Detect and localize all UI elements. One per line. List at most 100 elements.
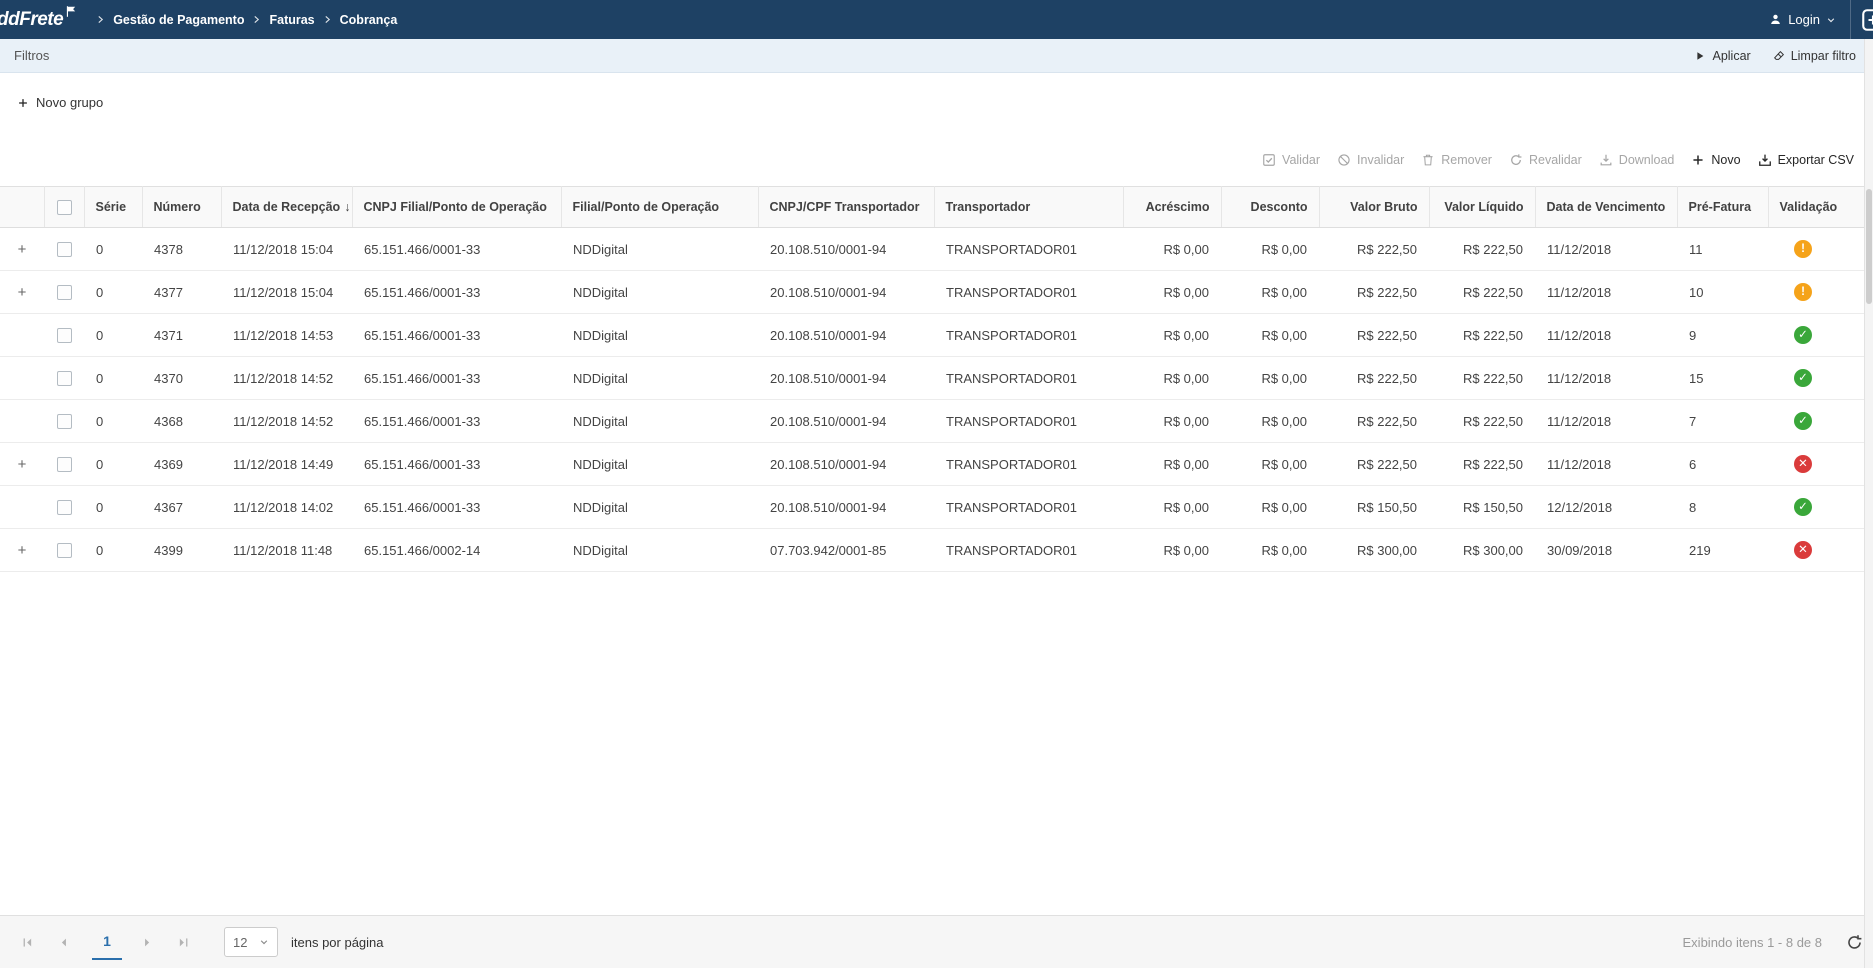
- apps-menu-icon[interactable]: [1861, 8, 1873, 32]
- cell-desconto: R$ 0,00: [1221, 357, 1319, 400]
- expand-row-icon[interactable]: +: [18, 285, 27, 300]
- row-checkbox[interactable]: [57, 328, 72, 343]
- pager-last-button[interactable]: [170, 927, 196, 957]
- expand-row-icon[interactable]: +: [18, 457, 27, 472]
- toolbar-validar-button[interactable]: Validar: [1262, 153, 1320, 167]
- toolbar-novo-button[interactable]: Novo: [1691, 153, 1740, 167]
- scrollbar-thumb[interactable]: [1866, 189, 1872, 304]
- column-header-numero[interactable]: Número: [142, 187, 221, 228]
- cell-acrescimo: R$ 0,00: [1123, 486, 1221, 529]
- cell-cnpj_filial: 65.151.466/0001-33: [352, 443, 561, 486]
- row-checkbox[interactable]: [57, 500, 72, 515]
- eraser-icon: [1773, 50, 1785, 62]
- table-row[interactable]: 0437111/12/2018 14:5365.151.466/0001-33N…: [0, 314, 1864, 357]
- breadcrumb-separator-icon: [322, 14, 333, 25]
- refresh-icon: [1846, 934, 1863, 951]
- cell-numero: 4371: [142, 314, 221, 357]
- cell-cnpj_filial: 65.151.466/0001-33: [352, 271, 561, 314]
- row-checkbox[interactable]: [57, 543, 72, 558]
- expand-row-icon[interactable]: +: [18, 242, 27, 257]
- column-header-select[interactable]: [44, 187, 84, 228]
- column-header-serie[interactable]: Série: [84, 187, 142, 228]
- cell-acrescimo: R$ 0,00: [1123, 443, 1221, 486]
- grid-toolbar: Validar Invalidar Remover Revalidar Download…: [0, 146, 1864, 174]
- pager-first-button[interactable]: [14, 927, 40, 957]
- cell-pre_fatura: 6: [1677, 443, 1768, 486]
- apply-filter-button[interactable]: Aplicar: [1694, 49, 1750, 63]
- table-row[interactable]: +0439911/12/2018 11:4865.151.466/0002-14…: [0, 529, 1864, 572]
- column-header-validacao[interactable]: Validação: [1768, 187, 1864, 228]
- cell-vencimento: 11/12/2018: [1535, 357, 1677, 400]
- cell-serie: 0: [84, 443, 142, 486]
- toolbar-revalidar-button[interactable]: Revalidar: [1509, 153, 1582, 167]
- column-header-valor_liquido[interactable]: Valor Líquido: [1429, 187, 1535, 228]
- breadcrumb-separator-icon: [95, 14, 106, 25]
- cell-desconto: R$ 0,00: [1221, 228, 1319, 271]
- column-header-cnpj_filial[interactable]: CNPJ Filial/Ponto de Operação: [352, 187, 561, 228]
- cell-serie: 0: [84, 529, 142, 572]
- row-checkbox[interactable]: [57, 457, 72, 472]
- cell-valor_liquido: R$ 150,50: [1429, 486, 1535, 529]
- expand-row-icon[interactable]: +: [18, 543, 27, 558]
- pager-next-button[interactable]: [134, 927, 160, 957]
- toolbar-invalidar-button[interactable]: Invalidar: [1337, 153, 1404, 167]
- pager-page-current[interactable]: 1: [92, 924, 122, 960]
- breadcrumb-item[interactable]: Gestão de Pagamento: [113, 13, 244, 27]
- column-header-pre_fatura[interactable]: Pré-Fatura: [1677, 187, 1768, 228]
- table-row[interactable]: +0437811/12/2018 15:0465.151.466/0001-33…: [0, 228, 1864, 271]
- breadcrumb-item[interactable]: Faturas: [269, 13, 314, 27]
- toolbar-exportar-csv-label: Exportar CSV: [1778, 153, 1854, 167]
- select-all-checkbox[interactable]: [57, 200, 72, 215]
- table-row[interactable]: 0437011/12/2018 14:5265.151.466/0001-33N…: [0, 357, 1864, 400]
- clear-filter-button[interactable]: Limpar filtro: [1773, 49, 1856, 63]
- vertical-scrollbar[interactable]: [1864, 39, 1873, 968]
- row-expand-cell: +: [0, 271, 44, 314]
- row-checkbox[interactable]: [57, 414, 72, 429]
- cell-cnpj_transportador: 20.108.510/0001-94: [758, 271, 934, 314]
- cell-numero: 4378: [142, 228, 221, 271]
- row-checkbox[interactable]: [57, 285, 72, 300]
- items-per-page-label: itens por página: [291, 935, 384, 950]
- toolbar-download-button[interactable]: Download: [1599, 153, 1675, 167]
- table-row[interactable]: +0437711/12/2018 15:0465.151.466/0001-33…: [0, 271, 1864, 314]
- app-logo[interactable]: ddFrete: [0, 0, 78, 39]
- table-row[interactable]: +0436911/12/2018 14:4965.151.466/0001-33…: [0, 443, 1864, 486]
- cell-filial: NDDigital: [561, 228, 758, 271]
- user-icon: [1769, 13, 1782, 26]
- row-expand-cell: [0, 314, 44, 357]
- table-row[interactable]: 0436711/12/2018 14:0265.151.466/0001-33N…: [0, 486, 1864, 529]
- column-label: Transportador: [946, 200, 1031, 214]
- pager-prev-button[interactable]: [50, 927, 76, 957]
- column-header-vencimento[interactable]: Data de Vencimento: [1535, 187, 1677, 228]
- breadcrumb-item[interactable]: Cobrança: [340, 13, 398, 27]
- cell-valor_liquido: R$ 222,50: [1429, 228, 1535, 271]
- column-header-filial[interactable]: Filial/Ponto de Operação: [561, 187, 758, 228]
- row-select-cell: [44, 443, 84, 486]
- column-header-transportador[interactable]: Transportador: [934, 187, 1123, 228]
- toolbar-revalidar-label: Revalidar: [1529, 153, 1582, 167]
- toolbar-remover-button[interactable]: Remover: [1421, 153, 1492, 167]
- column-header-desconto[interactable]: Desconto: [1221, 187, 1319, 228]
- pager-refresh-button[interactable]: [1846, 934, 1863, 951]
- column-header-cnpj_transportador[interactable]: CNPJ/CPF Transportador: [758, 187, 934, 228]
- cell-vencimento: 11/12/2018: [1535, 271, 1677, 314]
- cell-recepcao: 11/12/2018 15:04: [221, 271, 352, 314]
- cell-desconto: R$ 0,00: [1221, 314, 1319, 357]
- cell-cnpj_transportador: 20.108.510/0001-94: [758, 443, 934, 486]
- column-header-recepcao[interactable]: Data de Recepção↓: [221, 187, 352, 228]
- table-row[interactable]: 0436811/12/2018 14:5265.151.466/0001-33N…: [0, 400, 1864, 443]
- cell-valor_bruto: R$ 222,50: [1319, 314, 1429, 357]
- row-checkbox[interactable]: [57, 371, 72, 386]
- cell-filial: NDDigital: [561, 271, 758, 314]
- cell-recepcao: 11/12/2018 14:02: [221, 486, 352, 529]
- new-group-button[interactable]: Novo grupo: [17, 95, 103, 110]
- row-checkbox[interactable]: [57, 242, 72, 257]
- toolbar-exportar-csv-button[interactable]: Exportar CSV: [1758, 153, 1854, 167]
- login-menu[interactable]: Login: [1755, 0, 1850, 39]
- page-size-select[interactable]: 12: [224, 927, 278, 957]
- cell-filial: NDDigital: [561, 443, 758, 486]
- status-success-icon: ✓: [1794, 326, 1812, 344]
- column-header-valor_bruto[interactable]: Valor Bruto: [1319, 187, 1429, 228]
- column-header-acrescimo[interactable]: Acréscimo: [1123, 187, 1221, 228]
- cell-recepcao: 11/12/2018 14:49: [221, 443, 352, 486]
